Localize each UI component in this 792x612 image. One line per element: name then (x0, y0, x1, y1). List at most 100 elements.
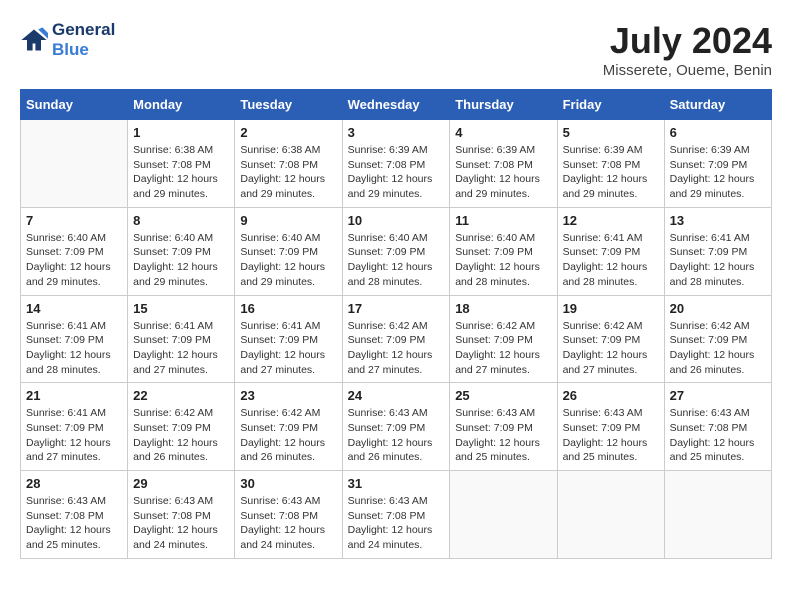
day-info: Sunrise: 6:40 AM Sunset: 7:09 PM Dayligh… (348, 231, 445, 290)
day-info: Sunrise: 6:39 AM Sunset: 7:08 PM Dayligh… (563, 143, 659, 202)
day-number: 12 (563, 213, 659, 228)
day-info: Sunrise: 6:38 AM Sunset: 7:08 PM Dayligh… (133, 143, 229, 202)
day-info: Sunrise: 6:38 AM Sunset: 7:08 PM Dayligh… (240, 143, 336, 202)
day-info: Sunrise: 6:42 AM Sunset: 7:09 PM Dayligh… (240, 406, 336, 465)
table-row: 11 Sunrise: 6:40 AM Sunset: 7:09 PM Dayli… (450, 207, 557, 295)
day-number: 24 (348, 388, 445, 403)
day-info: Sunrise: 6:40 AM Sunset: 7:09 PM Dayligh… (133, 231, 229, 290)
table-row: 18Sunrise: 6:42 AM Sunset: 7:09 PM Dayli… (450, 295, 557, 383)
logo-icon (20, 26, 48, 54)
table-row: 16Sunrise: 6:41 AM Sunset: 7:09 PM Dayli… (235, 295, 342, 383)
day-info: Sunrise: 6:43 AM Sunset: 7:08 PM Dayligh… (348, 494, 445, 553)
day-info: Sunrise: 6:43 AM Sunset: 7:09 PM Dayligh… (348, 406, 445, 465)
header-saturday: Saturday (664, 90, 771, 120)
table-row: 21 Sunrise: 6:41 AM Sunset: 7:09 PM Dayli… (21, 383, 128, 471)
day-number: 28 (26, 476, 122, 491)
page-header: General Blue July 2024 Misserete, Oueme,… (20, 20, 772, 79)
day-info: Sunrise: 6:39 AM Sunset: 7:08 PM Dayligh… (455, 143, 551, 202)
table-row: 19Sunrise: 6:42 AM Sunset: 7:09 PM Dayli… (557, 295, 664, 383)
calendar-week-row: 28 Sunrise: 6:43 AM Sunset: 7:08 PM Dayli… (21, 471, 772, 559)
table-row: 31Sunrise: 6:43 AM Sunset: 7:08 PM Dayli… (342, 471, 450, 559)
day-number: 17 (348, 301, 445, 316)
day-number: 27 (670, 388, 766, 403)
day-number: 21 (26, 388, 122, 403)
day-info: Sunrise: 6:39 AM Sunset: 7:09 PM Dayligh… (670, 143, 766, 202)
day-number: 2 (240, 125, 336, 140)
day-info: Sunrise: 6:41 AM Sunset: 7:09 PM Dayligh… (26, 406, 122, 465)
day-number: 11 (455, 213, 551, 228)
day-info: Sunrise: 6:40 AM Sunset: 7:09 PM Dayligh… (455, 231, 551, 290)
table-row: 28 Sunrise: 6:43 AM Sunset: 7:08 PM Dayli… (21, 471, 128, 559)
day-number: 15 (133, 301, 229, 316)
day-info: Sunrise: 6:39 AM Sunset: 7:08 PM Dayligh… (348, 143, 445, 202)
table-row (450, 471, 557, 559)
day-number: 10 (348, 213, 445, 228)
day-info: Sunrise: 6:41 AM Sunset: 7:09 PM Dayligh… (26, 319, 122, 378)
day-info: Sunrise: 6:40 AM Sunset: 7:09 PM Dayligh… (26, 231, 122, 290)
calendar-week-row: 1 Sunrise: 6:38 AM Sunset: 7:08 PM Daylig… (21, 120, 772, 208)
header-thursday: Thursday (450, 90, 557, 120)
table-row: 10 Sunrise: 6:40 AM Sunset: 7:09 PM Dayli… (342, 207, 450, 295)
day-info: Sunrise: 6:40 AM Sunset: 7:09 PM Dayligh… (240, 231, 336, 290)
table-row: 23 Sunrise: 6:42 AM Sunset: 7:09 PM Dayli… (235, 383, 342, 471)
day-info: Sunrise: 6:43 AM Sunset: 7:09 PM Dayligh… (563, 406, 659, 465)
table-row (664, 471, 771, 559)
table-row: 17 Sunrise: 6:42 AM Sunset: 7:09 PM Dayli… (342, 295, 450, 383)
table-row: 30Sunrise: 6:43 AM Sunset: 7:08 PM Dayli… (235, 471, 342, 559)
table-row: 7 Sunrise: 6:40 AM Sunset: 7:09 PM Daylig… (21, 207, 128, 295)
day-number: 3 (348, 125, 445, 140)
day-info: Sunrise: 6:42 AM Sunset: 7:09 PM Dayligh… (348, 319, 445, 378)
header-sunday: Sunday (21, 90, 128, 120)
day-number: 20 (670, 301, 766, 316)
day-info: Sunrise: 6:43 AM Sunset: 7:08 PM Dayligh… (133, 494, 229, 553)
day-number: 16 (240, 301, 336, 316)
day-number: 6 (670, 125, 766, 140)
day-info: Sunrise: 6:41 AM Sunset: 7:09 PM Dayligh… (563, 231, 659, 290)
table-row: 4 Sunrise: 6:39 AM Sunset: 7:08 PM Daylig… (450, 120, 557, 208)
header-tuesday: Tuesday (235, 90, 342, 120)
table-row (557, 471, 664, 559)
day-number: 22 (133, 388, 229, 403)
weekday-header-row: Sunday Monday Tuesday Wednesday Thursday… (21, 90, 772, 120)
table-row: 27Sunrise: 6:43 AM Sunset: 7:08 PM Dayli… (664, 383, 771, 471)
header-monday: Monday (128, 90, 235, 120)
table-row: 1 Sunrise: 6:38 AM Sunset: 7:08 PM Daylig… (128, 120, 235, 208)
day-number: 23 (240, 388, 336, 403)
table-row: 26 Sunrise: 6:43 AM Sunset: 7:09 PM Dayli… (557, 383, 664, 471)
table-row: 9 Sunrise: 6:40 AM Sunset: 7:09 PM Daylig… (235, 207, 342, 295)
day-number: 7 (26, 213, 122, 228)
day-info: Sunrise: 6:42 AM Sunset: 7:09 PM Dayligh… (670, 319, 766, 378)
table-row (21, 120, 128, 208)
day-info: Sunrise: 6:43 AM Sunset: 7:08 PM Dayligh… (26, 494, 122, 553)
table-row: 6 Sunrise: 6:39 AM Sunset: 7:09 PM Daylig… (664, 120, 771, 208)
table-row: 5 Sunrise: 6:39 AM Sunset: 7:08 PM Daylig… (557, 120, 664, 208)
table-row: 12 Sunrise: 6:41 AM Sunset: 7:09 PM Dayli… (557, 207, 664, 295)
title-area: July 2024 Misserete, Oueme, Benin (603, 20, 772, 79)
table-row: 22 Sunrise: 6:42 AM Sunset: 7:09 PM Dayli… (128, 383, 235, 471)
table-row: 13Sunrise: 6:41 AM Sunset: 7:09 PM Dayli… (664, 207, 771, 295)
day-number: 30 (240, 476, 336, 491)
month-year-title: July 2024 (603, 20, 772, 62)
table-row: 8 Sunrise: 6:40 AM Sunset: 7:09 PM Daylig… (128, 207, 235, 295)
table-row: 20 Sunrise: 6:42 AM Sunset: 7:09 PM Dayli… (664, 295, 771, 383)
logo: General Blue (20, 20, 115, 61)
header-friday: Friday (557, 90, 664, 120)
logo-text: General Blue (52, 20, 115, 61)
day-info: Sunrise: 6:42 AM Sunset: 7:09 PM Dayligh… (133, 406, 229, 465)
day-number: 4 (455, 125, 551, 140)
day-number: 14 (26, 301, 122, 316)
header-wednesday: Wednesday (342, 90, 450, 120)
day-info: Sunrise: 6:43 AM Sunset: 7:09 PM Dayligh… (455, 406, 551, 465)
calendar-week-row: 14 Sunrise: 6:41 AM Sunset: 7:09 PM Dayli… (21, 295, 772, 383)
table-row: 29 Sunrise: 6:43 AM Sunset: 7:08 PM Dayli… (128, 471, 235, 559)
table-row: 3 Sunrise: 6:39 AM Sunset: 7:08 PM Daylig… (342, 120, 450, 208)
day-number: 29 (133, 476, 229, 491)
day-number: 9 (240, 213, 336, 228)
table-row: 24 Sunrise: 6:43 AM Sunset: 7:09 PM Dayli… (342, 383, 450, 471)
day-number: 5 (563, 125, 659, 140)
day-number: 1 (133, 125, 229, 140)
day-number: 18 (455, 301, 551, 316)
day-number: 19 (563, 301, 659, 316)
day-number: 8 (133, 213, 229, 228)
day-number: 26 (563, 388, 659, 403)
